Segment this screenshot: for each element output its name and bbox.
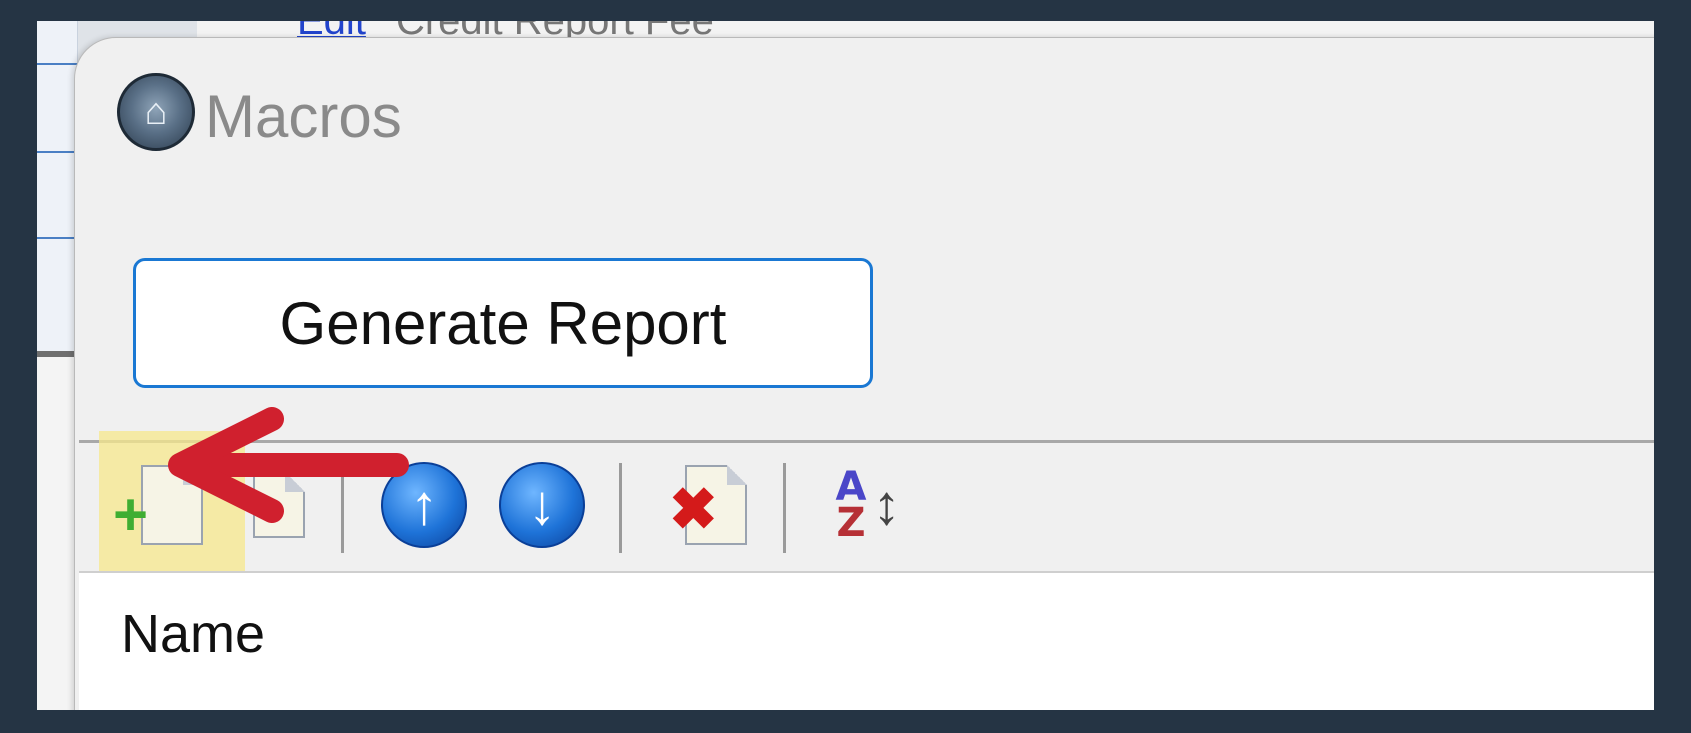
divider <box>37 151 77 153</box>
dialog-title: Macros <box>205 83 402 150</box>
add-macro-button[interactable]: + <box>113 455 217 555</box>
sort-az-icon: A Z <box>835 464 867 546</box>
delete-document-icon: ✖ <box>669 465 747 545</box>
move-up-button[interactable]: ↑ <box>379 455 469 555</box>
move-down-button[interactable]: ↓ <box>497 455 587 555</box>
arrow-down-icon: ↓ <box>499 462 585 548</box>
home-icon: ⌂ <box>117 73 195 151</box>
new-document-icon: + <box>113 465 203 545</box>
toolbar-separator <box>619 463 622 553</box>
edit-icon <box>253 472 305 538</box>
toolbar-separator <box>783 463 786 553</box>
generate-report-button[interactable]: Generate Report <box>133 258 873 388</box>
delete-macro-button[interactable]: ✖ <box>669 455 761 555</box>
macros-list[interactable]: Name <box>79 571 1654 710</box>
toolbar-separator <box>341 463 344 553</box>
screen: EditCredit Report Fee ⌂ Macros Generate … <box>37 21 1654 710</box>
delete-x-icon: ✖ <box>669 477 718 542</box>
sort-button[interactable]: A Z ↕ <box>823 455 913 555</box>
edit-macro-button[interactable] <box>234 455 324 555</box>
macros-toolbar: + ↑ ↓ ✖ A Z ↕ <box>79 431 1654 581</box>
arrow-up-icon: ↑ <box>381 462 467 548</box>
divider <box>37 237 77 239</box>
column-header-name[interactable]: Name <box>121 603 265 665</box>
divider <box>37 63 77 65</box>
sort-direction-icon: ↕ <box>872 473 901 536</box>
macros-dialog: ⌂ Macros Generate Report + ↑ ↓ ✖ A Z ↕ N… <box>74 37 1654 710</box>
add-plus-icon: + <box>113 481 149 548</box>
background-window-edge <box>37 21 78 351</box>
background-window-panel <box>37 351 77 710</box>
